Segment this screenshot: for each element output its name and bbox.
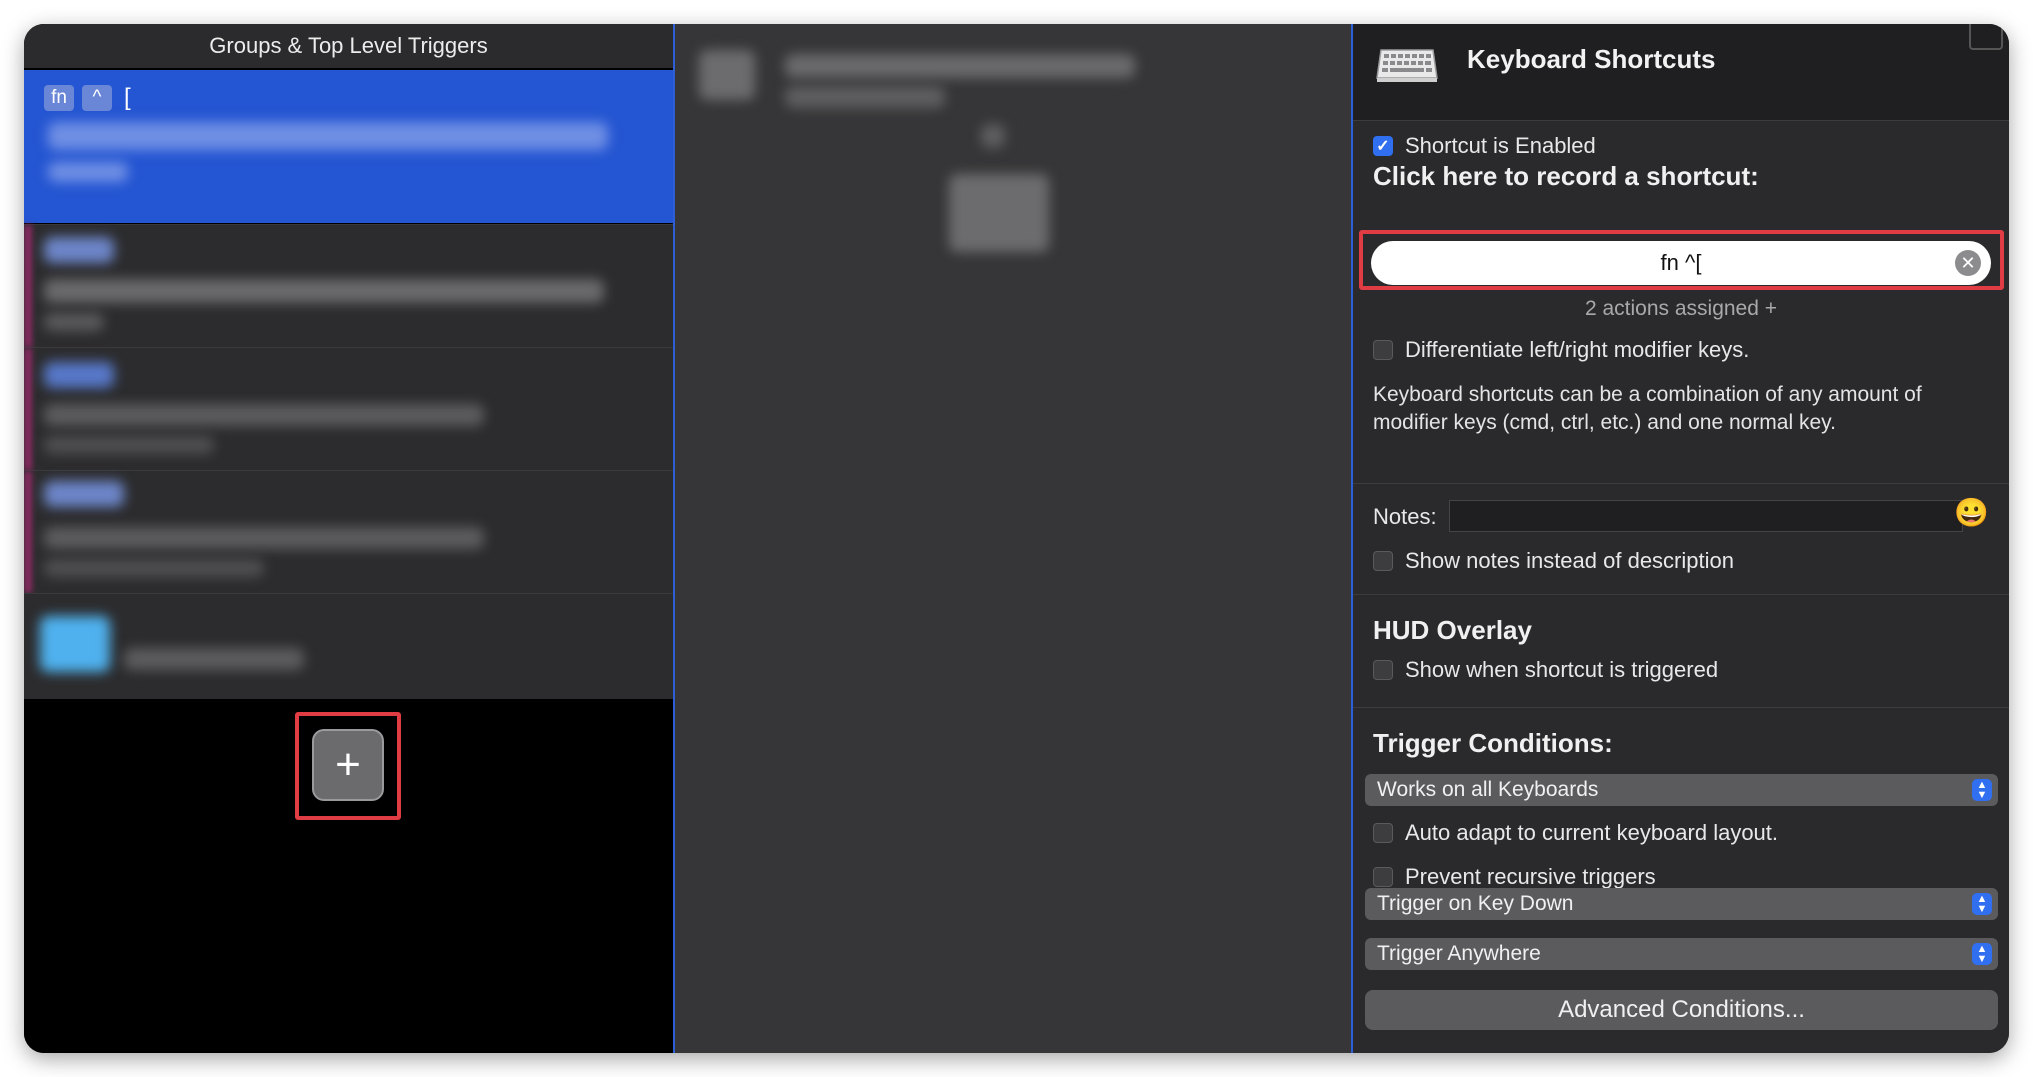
auto-adapt-checkbox[interactable] [1373, 823, 1393, 843]
blurred-text [44, 362, 114, 388]
blurred-text [44, 436, 214, 454]
blurred-folder-icon [40, 616, 110, 672]
hud-section: HUD Overlay Show when shortcut is trigge… [1353, 595, 2009, 708]
prevent-recursive-label: Prevent recursive triggers [1405, 864, 1656, 889]
auto-adapt-row[interactable]: Auto adapt to current keyboard layout. [1373, 820, 1778, 846]
show-notes-label: Show notes instead of description [1405, 548, 1734, 573]
trigger-keys: fn ^ [ [44, 84, 131, 112]
blurred-icon [699, 50, 755, 100]
blurred-text [981, 124, 1005, 148]
blurred-text [44, 527, 484, 549]
blurred-text [44, 313, 104, 331]
blurred-text [44, 559, 264, 577]
anywhere-select[interactable]: Trigger Anywhere ▲ ▼ [1365, 938, 1998, 970]
key-down-select[interactable]: Trigger on Key Down ▲ ▼ [1365, 888, 1998, 920]
groups-panel-header: Groups & Top Level Triggers [24, 24, 673, 68]
blurred-text [785, 54, 1135, 78]
anywhere-select-value: Trigger Anywhere [1377, 942, 1541, 965]
blurred-text [44, 237, 114, 263]
hud-show-row[interactable]: Show when shortcut is triggered [1373, 657, 1718, 683]
differentiate-label: Differentiate left/right modifier keys. [1405, 337, 1750, 362]
differentiate-row[interactable]: Differentiate left/right modifier keys. [1373, 337, 1749, 363]
trigger-config-panel: Keyboard Shortcuts ✓ Shortcut is Enabled… [1353, 24, 2009, 1053]
shortcut-description: Keyboard shortcuts can be a combination … [1373, 383, 1922, 434]
auto-adapt-label: Auto adapt to current keyboard layout. [1405, 820, 1779, 845]
notes-label-text: Notes: [1373, 504, 1437, 529]
chevron-updown-icon: ▲ ▼ [1972, 779, 1992, 801]
differentiate-checkbox[interactable] [1373, 340, 1393, 360]
chevron-updown-icon: ▲ ▼ [1972, 893, 1992, 915]
blurred-text [48, 122, 608, 150]
emoji-picker-icon[interactable]: 😀 [1954, 496, 1989, 529]
blurred-text [44, 404, 484, 426]
shortcut-section: ✓ Shortcut is Enabled Click here to reco… [1353, 121, 2009, 484]
actions-assigned-link[interactable]: 2 actions assigned + [1353, 297, 2009, 321]
list-item[interactable] [24, 470, 673, 593]
actions-panel [675, 24, 1353, 1053]
add-trigger-button[interactable]: + [312, 729, 384, 801]
config-header: Keyboard Shortcuts [1353, 24, 2009, 121]
keyboards-select-value: Works on all Keyboards [1377, 778, 1599, 801]
show-notes-row[interactable]: Show notes instead of description [1373, 548, 1734, 574]
chevron-updown-icon: ▲ ▼ [1972, 943, 1992, 965]
list-item[interactable] [24, 347, 673, 470]
row-accent [24, 348, 32, 470]
notes-label: Notes: [1373, 504, 1437, 530]
selected-trigger-row[interactable]: fn ^ [ [24, 70, 673, 223]
notes-field[interactable] [1449, 500, 1963, 532]
blurred-text [124, 648, 304, 670]
groups-panel: Groups & Top Level Triggers fn ^ [+ [24, 24, 675, 1053]
keyboard-icon [1376, 49, 1438, 82]
blurred-text [785, 86, 945, 108]
control-key-badge: ^ [82, 85, 112, 111]
config-title: Keyboard Shortcuts [1467, 44, 1716, 74]
row-accent [24, 471, 32, 593]
advanced-conditions-button[interactable]: Advanced Conditions... [1365, 990, 1998, 1030]
keyboards-select[interactable]: Works on all Keyboards ▲ ▼ [1365, 774, 1998, 806]
shortcut-enabled-label: Shortcut is Enabled [1405, 133, 1596, 158]
blurred-text [48, 162, 128, 182]
trigger-key-char: [ [124, 84, 131, 111]
hud-show-label: Show when shortcut is triggered [1405, 657, 1719, 682]
window-icon[interactable] [1969, 24, 2003, 50]
notes-section: Notes: 😀 Show notes instead of descripti… [1353, 484, 2009, 595]
hud-show-checkbox[interactable] [1373, 660, 1393, 680]
fn-key-badge: fn [44, 85, 74, 111]
list-item[interactable] [24, 593, 673, 700]
shortcut-enabled-checkbox[interactable]: ✓ [1373, 136, 1393, 156]
app-window: Groups & Top Level Triggers fn ^ [+ Key… [24, 24, 2009, 1053]
shortcut-field-highlight [1359, 230, 2004, 290]
blurred-text [44, 481, 124, 507]
row-accent [24, 225, 32, 347]
show-notes-checkbox[interactable] [1373, 551, 1393, 571]
shortcut-enabled-row[interactable]: ✓ Shortcut is Enabled [1373, 133, 1596, 159]
prevent-recursive-checkbox[interactable] [1373, 867, 1393, 887]
record-shortcut-heading[interactable]: Click here to record a shortcut: [1373, 161, 1759, 192]
trigger-conditions-heading: Trigger Conditions: [1373, 728, 1613, 758]
list-item[interactable] [24, 224, 673, 347]
hud-heading: HUD Overlay [1373, 615, 1532, 645]
prevent-recursive-row[interactable]: Prevent recursive triggers [1373, 864, 1656, 890]
blurred-text [44, 279, 604, 303]
key-down-select-value: Trigger on Key Down [1377, 892, 1574, 915]
blurred-icon [949, 174, 1049, 252]
